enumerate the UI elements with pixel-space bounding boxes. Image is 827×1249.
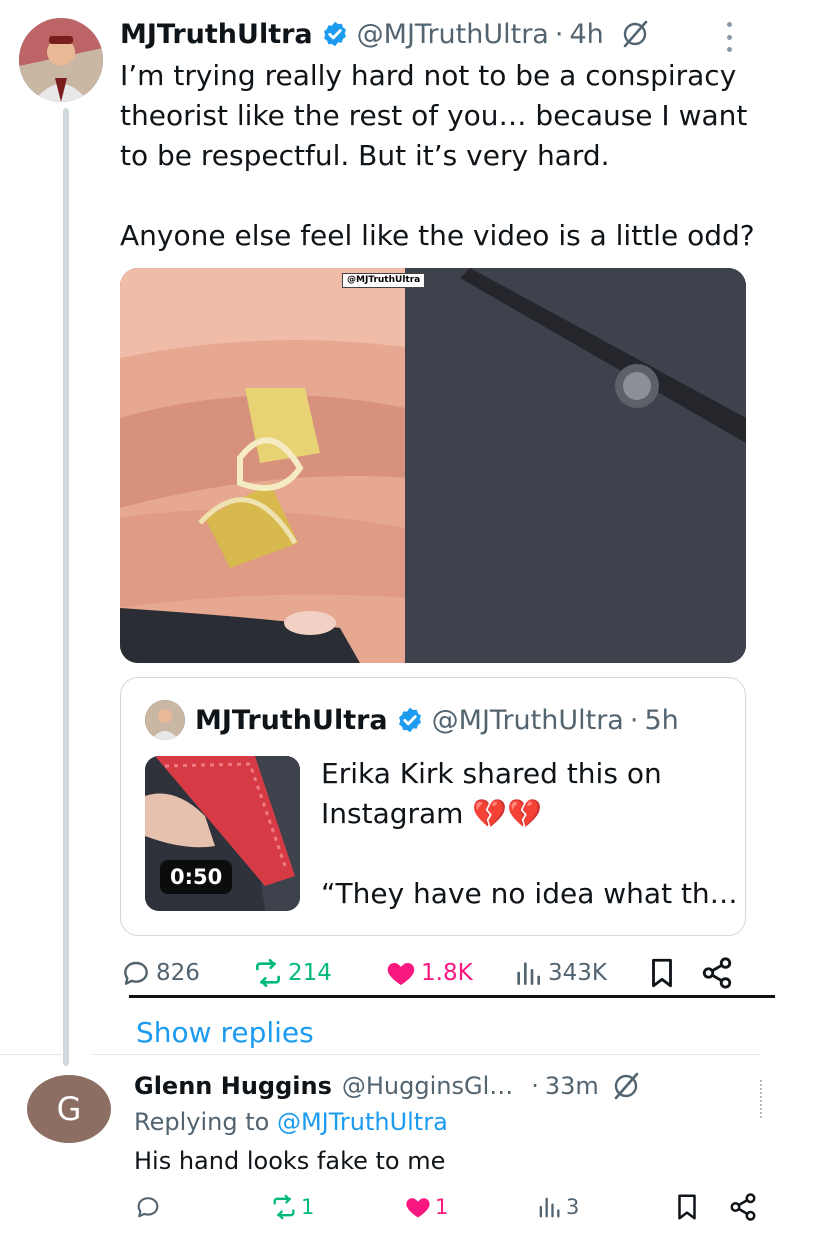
replying-to-label: Replying to	[134, 1108, 270, 1136]
reply-button[interactable]: 826	[120, 955, 200, 991]
quoted-avatar	[145, 700, 185, 740]
repost-button[interactable]: 214	[252, 955, 332, 991]
quoted-post-text-line2: “They have no idea what th…	[321, 877, 738, 910]
replying-to-mention[interactable]: @MJTruthUltra	[277, 1108, 448, 1136]
grok-icon[interactable]	[611, 1071, 641, 1101]
divider	[92, 1054, 760, 1055]
verified-badge-icon	[323, 21, 346, 47]
separator-dot: ·	[629, 704, 639, 736]
reply-handle[interactable]: @HugginsGl…	[342, 1072, 513, 1100]
views-icon	[517, 962, 540, 985]
repost-count: 1	[301, 1195, 315, 1219]
reply-avatar[interactable]: G	[27, 1075, 111, 1143]
quoted-handle: @MJTruthUltra	[431, 704, 624, 736]
views-button[interactable]: 3	[535, 1190, 579, 1224]
show-replies-link[interactable]: Show replies	[136, 1016, 314, 1049]
bookmark-icon[interactable]	[645, 955, 679, 991]
bookmark-icon[interactable]	[672, 1192, 702, 1222]
reply-icon	[124, 961, 148, 985]
quoted-post-text: Erika Kirk shared this on Instagram 💔💔	[321, 757, 671, 830]
view-count: 343K	[548, 960, 607, 986]
post-text: I’m trying really hard not to be a consp…	[120, 59, 755, 252]
handle[interactable]: @MJTruthUltra	[357, 19, 549, 50]
share-icon[interactable]	[700, 955, 734, 991]
reply-display-name[interactable]: Glenn Huggins	[134, 1072, 332, 1100]
repost-count: 214	[288, 960, 332, 986]
repost-icon	[273, 1194, 295, 1220]
reply-header: Glenn Huggins @HugginsGl… · 33m	[134, 1066, 641, 1106]
timestamp[interactable]: 4h	[569, 19, 603, 50]
repost-icon	[255, 959, 280, 987]
reply-icon	[137, 1197, 159, 1218]
separator-dot: ·	[531, 1072, 539, 1100]
like-button[interactable]: 1	[404, 1190, 448, 1224]
more-icon[interactable]	[760, 1080, 766, 1118]
verified-badge-icon	[398, 707, 421, 733]
reply-timestamp[interactable]: 33m	[545, 1072, 599, 1100]
reply-count: 826	[156, 960, 200, 986]
like-count: 1	[435, 1195, 449, 1219]
like-icon	[387, 963, 415, 985]
display-name[interactable]: MJTruthUltra	[120, 19, 313, 50]
quoted-timestamp: 5h	[644, 704, 679, 736]
thread-connector-line	[63, 108, 69, 1066]
views-button[interactable]: 343K	[512, 955, 607, 991]
separator-dot: ·	[554, 18, 564, 50]
repost-button[interactable]: 1	[270, 1190, 314, 1224]
views-icon	[539, 1197, 560, 1218]
quoted-display-name: MJTruthUltra	[195, 704, 388, 736]
grok-icon[interactable]	[620, 19, 650, 49]
post-image[interactable]	[120, 268, 746, 663]
reply-button[interactable]	[134, 1190, 165, 1224]
quoted-post-header: MJTruthUltra @MJTruthUltra · 5h	[195, 700, 679, 740]
like-count: 1.8K	[421, 960, 473, 986]
reply-text: His hand looks fake to me	[134, 1147, 446, 1175]
avatar[interactable]	[19, 18, 103, 102]
replying-to-line: Replying to @MJTruthUltra	[134, 1104, 448, 1140]
more-icon[interactable]	[722, 22, 736, 52]
view-count: 3	[566, 1195, 580, 1219]
divider	[129, 995, 775, 998]
video-duration-badge: 0:50	[160, 860, 233, 894]
divider	[0, 1054, 62, 1055]
like-button[interactable]: 1.8K	[385, 955, 473, 991]
post-header: MJTruthUltra @MJTruthUltra · 4h	[120, 14, 650, 54]
share-icon[interactable]	[728, 1192, 758, 1222]
like-icon	[406, 1198, 430, 1218]
image-watermark: @MJTruthUltra	[342, 273, 426, 288]
